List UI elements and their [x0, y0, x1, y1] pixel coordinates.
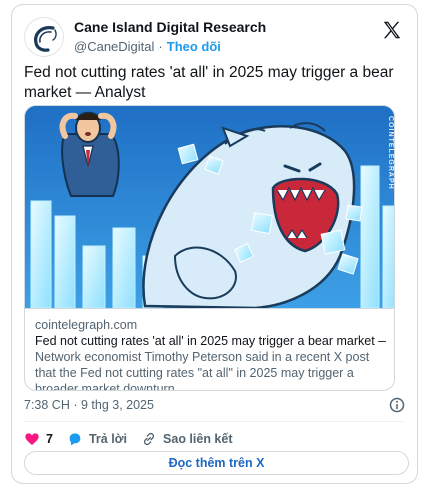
account-name[interactable]: Cane Island Digital Research: [74, 19, 266, 35]
ice-bar: [382, 205, 394, 308]
link-preview-body: cointelegraph.com Fed not cutting rates …: [25, 308, 394, 391]
link-title[interactable]: Fed not cutting rates 'at all' in 2025 m…: [35, 333, 386, 349]
account-handle[interactable]: @CaneDigital: [74, 39, 154, 54]
ice-bar: [82, 245, 106, 308]
avatar[interactable]: [24, 17, 64, 57]
heart-icon: [25, 433, 39, 445]
link-domain[interactable]: cointelegraph.com: [35, 317, 386, 333]
info-icon[interactable]: [389, 397, 405, 413]
follow-button[interactable]: Theo dõi: [167, 39, 221, 54]
embedded-tweet-card: Cane Island Digital Research @CaneDigita…: [11, 4, 418, 484]
link-preview-image: COINTELEGRAPH: [25, 106, 394, 308]
separator-dot: ·: [158, 39, 163, 54]
tweet-timestamp[interactable]: 7:38 CH · 9 thg 3, 2025: [24, 398, 154, 412]
bear-market-illustration: [25, 106, 394, 308]
ice-bar: [54, 215, 76, 308]
x-logo-icon[interactable]: [381, 19, 403, 41]
image-watermark: COINTELEGRAPH: [387, 116, 394, 190]
cane-island-logo: [26, 19, 63, 56]
reply-label: Trả lời: [88, 432, 128, 446]
ice-bar: [30, 200, 52, 308]
reply-icon: [69, 433, 81, 446]
link-description: Network economist Timothy Peterson said …: [35, 350, 370, 391]
tweet-text: Fed not cutting rates 'at all' in 2025 m…: [24, 64, 394, 101]
copy-link-label: Sao liên kết: [163, 432, 233, 446]
tweet-actions: 7 Trả lời Sao liên kết: [24, 430, 247, 448]
link-preview-card[interactable]: COINTELEGRAPH cointelegraph.com Fed not …: [24, 105, 395, 391]
like-count: 7: [46, 432, 53, 446]
account-handle-line: @CaneDigital · Theo dõi: [74, 39, 221, 54]
link-icon: [143, 432, 155, 446]
read-more-button[interactable]: Đọc thêm trên X: [24, 451, 409, 475]
like-button[interactable]: 7: [24, 431, 53, 447]
tweet-header: Cane Island Digital Research @CaneDigita…: [24, 17, 405, 57]
ice-bar: [112, 227, 136, 308]
reply-button[interactable]: Trả lời: [67, 431, 127, 447]
copy-link-button[interactable]: Sao liên kết: [141, 431, 233, 447]
ice-bar: [360, 165, 380, 308]
divider: [24, 421, 405, 422]
